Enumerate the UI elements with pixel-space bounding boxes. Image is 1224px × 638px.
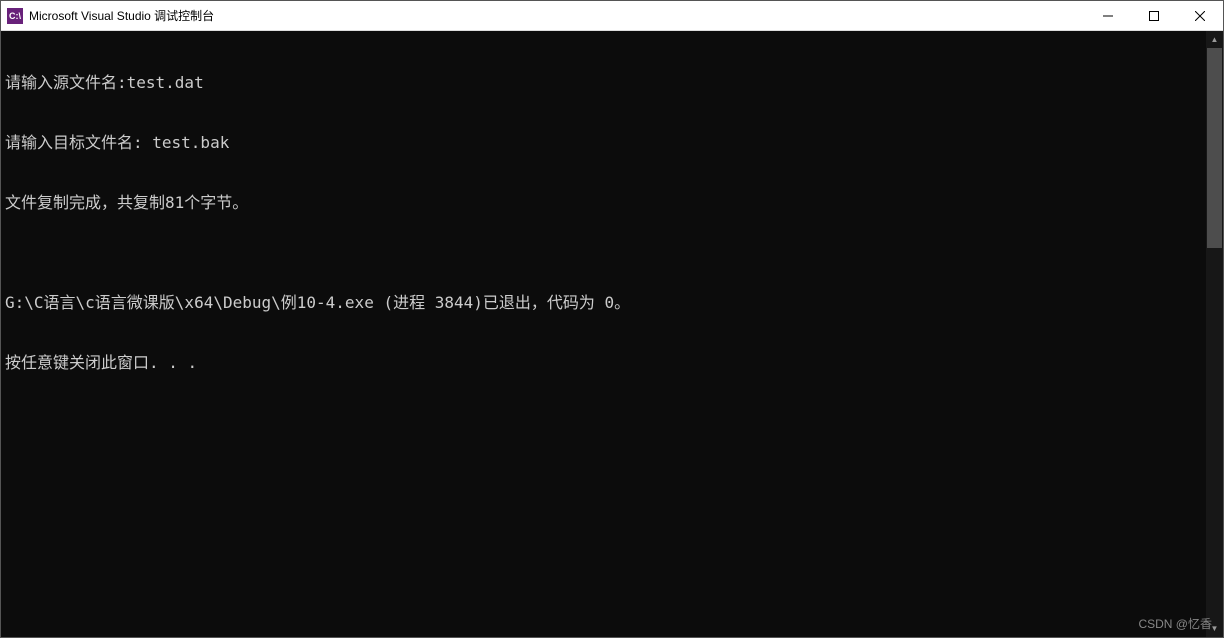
console-line: 按任意键关闭此窗口. . . [5,353,1202,373]
console-window: C:\ Microsoft Visual Studio 调试控制台 [0,0,1224,638]
vertical-scrollbar[interactable]: ▲ ▼ [1206,31,1223,637]
console-line: 文件复制完成，共复制81个字节。 [5,193,1202,213]
app-icon-text: C:\ [9,11,21,21]
scrollbar-up-arrow-icon[interactable]: ▲ [1206,31,1223,48]
watermark: CSDN @忆香 [1138,615,1212,632]
console-line: 请输入源文件名:test.dat [5,73,1202,93]
maximize-button[interactable] [1131,1,1177,30]
console-line: G:\C语言\c语言微课版\x64\Debug\例10-4.exe (进程 38… [5,293,1202,313]
maximize-icon [1149,11,1159,21]
app-icon: C:\ [7,8,23,24]
titlebar: C:\ Microsoft Visual Studio 调试控制台 [1,1,1223,31]
minimize-button[interactable] [1085,1,1131,30]
close-icon [1195,11,1205,21]
console-area: 请输入源文件名:test.dat 请输入目标文件名: test.bak 文件复制… [1,31,1223,637]
close-button[interactable] [1177,1,1223,30]
titlebar-buttons [1085,1,1223,30]
console-output[interactable]: 请输入源文件名:test.dat 请输入目标文件名: test.bak 文件复制… [1,31,1206,637]
window-title: Microsoft Visual Studio 调试控制台 [29,7,214,24]
minimize-icon [1103,11,1113,21]
console-line: 请输入目标文件名: test.bak [5,133,1202,153]
scrollbar-thumb[interactable] [1207,48,1222,248]
